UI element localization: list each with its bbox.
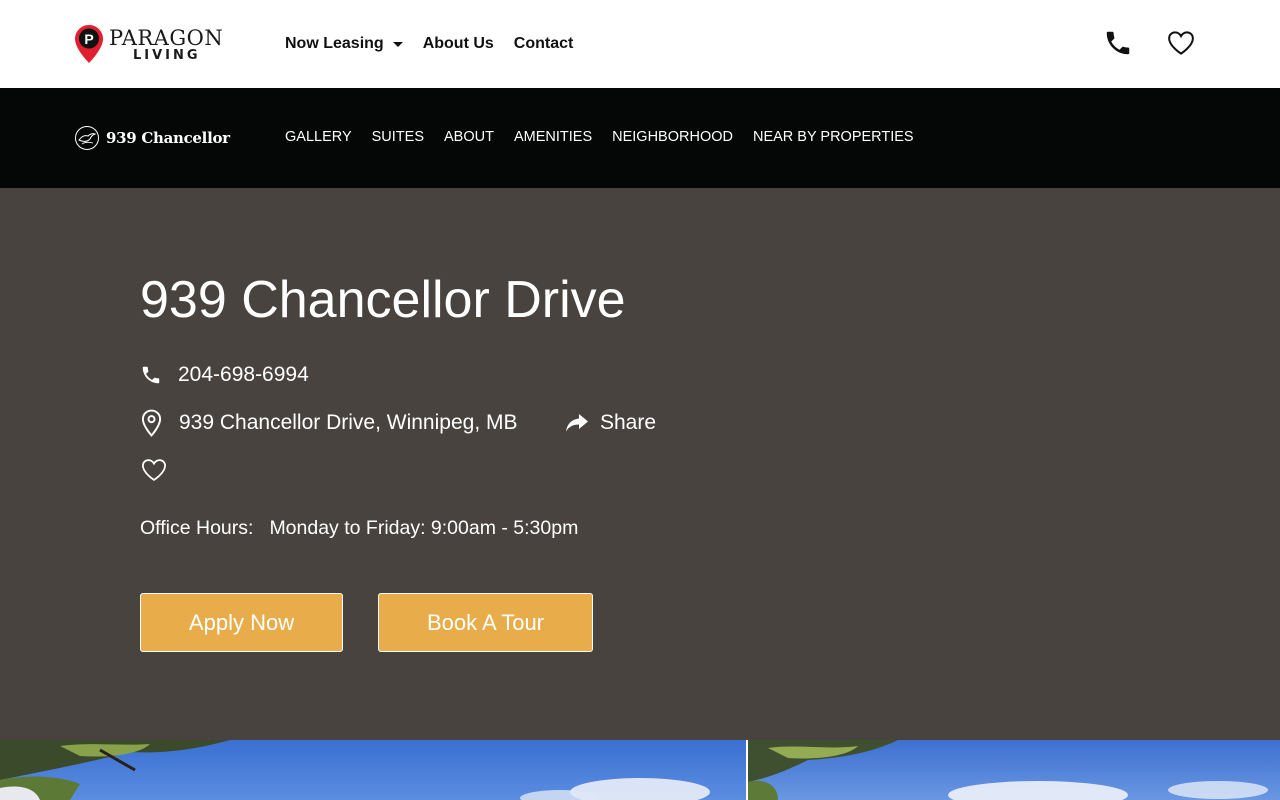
header-actions	[1070, 28, 1196, 58]
address-text: 939 Chancellor Drive, Winnipeg, MB	[179, 411, 518, 434]
phone-icon[interactable]	[1103, 28, 1133, 58]
building-photo[interactable]	[0, 740, 746, 800]
office-hours: Office Hours: Monday to Friday: 9:00am - …	[140, 517, 578, 540]
share-arrow-icon	[566, 414, 588, 432]
book-a-tour-button[interactable]: Book A Tour	[378, 593, 593, 652]
bird-emblem-icon	[75, 126, 99, 150]
subnav-suites[interactable]: SUITES	[372, 129, 424, 145]
subnav-amenities[interactable]: AMENITIES	[514, 129, 592, 145]
brand-name: PARAGON	[109, 26, 224, 50]
office-hours-label: Office Hours:	[140, 517, 254, 539]
property-logo-text: 939 Chancellor	[106, 129, 230, 147]
pin-letter: P	[84, 31, 93, 47]
site-header: P PARAGON LIVING Now Leasing About Us Co…	[0, 0, 1280, 88]
property-logo[interactable]: 939 Chancellor	[74, 125, 230, 151]
nav-about-us[interactable]: About Us	[423, 35, 494, 53]
nav-contact[interactable]: Contact	[514, 35, 574, 53]
location-pin-icon	[141, 409, 162, 437]
building-photo-image	[748, 740, 1280, 800]
property-title: 939 Chancellor Drive	[140, 271, 626, 329]
property-hero: 939 Chancellor Drive 204-698-6994 939 Ch…	[0, 188, 1280, 740]
subnav-near-by-properties[interactable]: NEAR BY PROPERTIES	[753, 129, 914, 145]
property-nav-bar: 939 Chancellor GALLERY SUITES ABOUT AMEN…	[0, 88, 1280, 188]
main-nav: Now Leasing About Us Contact	[285, 33, 593, 55]
photo-gallery-strip	[0, 740, 1280, 800]
phone-row: 204-698-6994	[140, 363, 309, 387]
phone-number-link[interactable]: 204-698-6994	[178, 363, 309, 387]
brand-subname: LIVING	[133, 48, 201, 63]
paragon-living-logo[interactable]: P PARAGON LIVING	[74, 24, 234, 66]
map-pin-logo-icon: P	[75, 25, 103, 63]
share-label: Share	[600, 411, 657, 434]
subnav-gallery[interactable]: GALLERY	[285, 129, 352, 145]
share-button[interactable]: Share	[565, 411, 656, 435]
phone-icon	[142, 366, 160, 384]
building-photo[interactable]	[748, 740, 1280, 800]
favorite-heart-icon[interactable]	[139, 456, 169, 484]
subnav-about[interactable]: ABOUT	[444, 129, 494, 145]
subnav-neighborhood[interactable]: NEIGHBORHOOD	[612, 129, 733, 145]
building-photo-image	[0, 740, 746, 800]
chevron-down-icon	[392, 41, 403, 47]
nav-now-leasing[interactable]: Now Leasing	[285, 35, 403, 53]
heart-icon[interactable]	[1166, 28, 1196, 58]
office-hours-value: Monday to Friday: 9:00am - 5:30pm	[269, 517, 579, 539]
address-row: 939 Chancellor Drive, Winnipeg, MB	[140, 408, 517, 438]
nav-now-leasing-label: Now Leasing	[285, 35, 384, 52]
apply-now-button[interactable]: Apply Now	[140, 593, 343, 652]
property-subnav: GALLERY SUITES ABOUT AMENITIES NEIGHBORH…	[285, 129, 934, 145]
